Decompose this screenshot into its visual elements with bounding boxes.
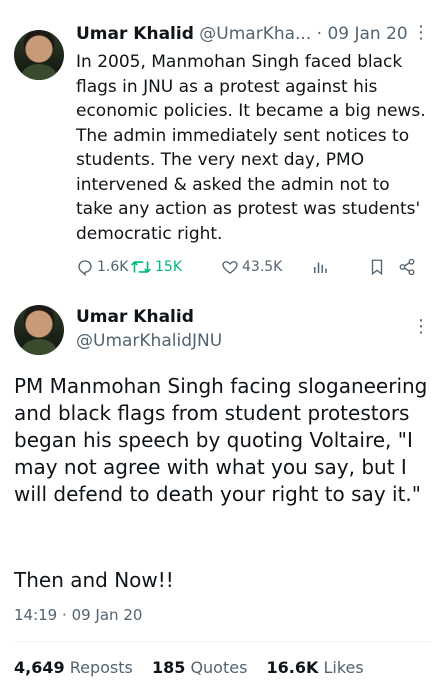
reposts-label: Reposts <box>69 658 133 677</box>
quotes-label: Quotes <box>190 658 248 677</box>
reply-count: 1.6K <box>97 259 129 275</box>
author-name[interactable]: Umar Khalid <box>76 307 194 327</box>
tweet-text: In 2005, Manmohan Singh faced black flag… <box>76 52 426 244</box>
author-handle[interactable]: @UmarKhalidJNU <box>76 331 222 351</box>
tweet-date[interactable]: 09 Jan 20 <box>327 24 407 44</box>
author-name[interactable]: Umar Khalid <box>76 24 194 44</box>
avatar[interactable] <box>14 305 64 355</box>
action-bar: 1.6K 15K 43.5K <box>76 258 426 280</box>
repost-count: 15K <box>155 259 182 275</box>
like-button[interactable]: 43.5K <box>221 258 282 276</box>
like-icon <box>222 261 238 274</box>
separator: · <box>316 24 323 44</box>
repost-button[interactable]: 15K <box>130 258 182 276</box>
tweet-timestamp[interactable]: 14:19 · 09 Jan 20 <box>14 606 142 624</box>
reposts-count: 4,649 <box>14 658 65 677</box>
bookmark-icon <box>371 259 383 276</box>
tweet-text: PM Manmohan Singh facing sloganeering an… <box>14 374 428 506</box>
views-icon <box>314 262 327 273</box>
likes-label: Likes <box>323 658 364 677</box>
tweet-time: 14:19 <box>14 606 58 624</box>
bookmark-button[interactable] <box>368 258 386 276</box>
tweet-date: 09 Jan 20 <box>71 606 143 624</box>
quotes-stat[interactable]: 185 Quotes <box>152 658 261 677</box>
tweet-header: Umar Khalid @UmarKha... · 09 Jan 20 <box>76 24 408 44</box>
reposts-stat[interactable]: 4,649 Reposts <box>14 658 147 677</box>
separator: · <box>62 606 67 624</box>
engagement-stats: 4,649 Reposts 185 Quotes 16.6K Likes <box>14 658 378 677</box>
avatar[interactable] <box>14 30 64 80</box>
more-icon[interactable]: ⋮ <box>412 318 430 336</box>
more-icon[interactable]: ⋮ <box>412 24 430 42</box>
author-handle[interactable]: @UmarKha... <box>199 24 311 44</box>
share-icon <box>399 258 415 276</box>
reply-button[interactable]: 1.6K <box>76 258 128 276</box>
like-count: 43.5K <box>242 259 283 275</box>
tweet-text-footer: Then and Now!! <box>14 568 174 592</box>
reply-icon <box>78 260 92 276</box>
quotes-count: 185 <box>151 658 186 677</box>
share-button[interactable] <box>398 258 416 276</box>
likes-stat[interactable]: 16.6K Likes <box>267 658 378 677</box>
likes-count: 16.6K <box>266 658 319 677</box>
divider <box>14 641 430 642</box>
repost-icon <box>131 261 151 273</box>
views-button[interactable] <box>311 258 329 276</box>
